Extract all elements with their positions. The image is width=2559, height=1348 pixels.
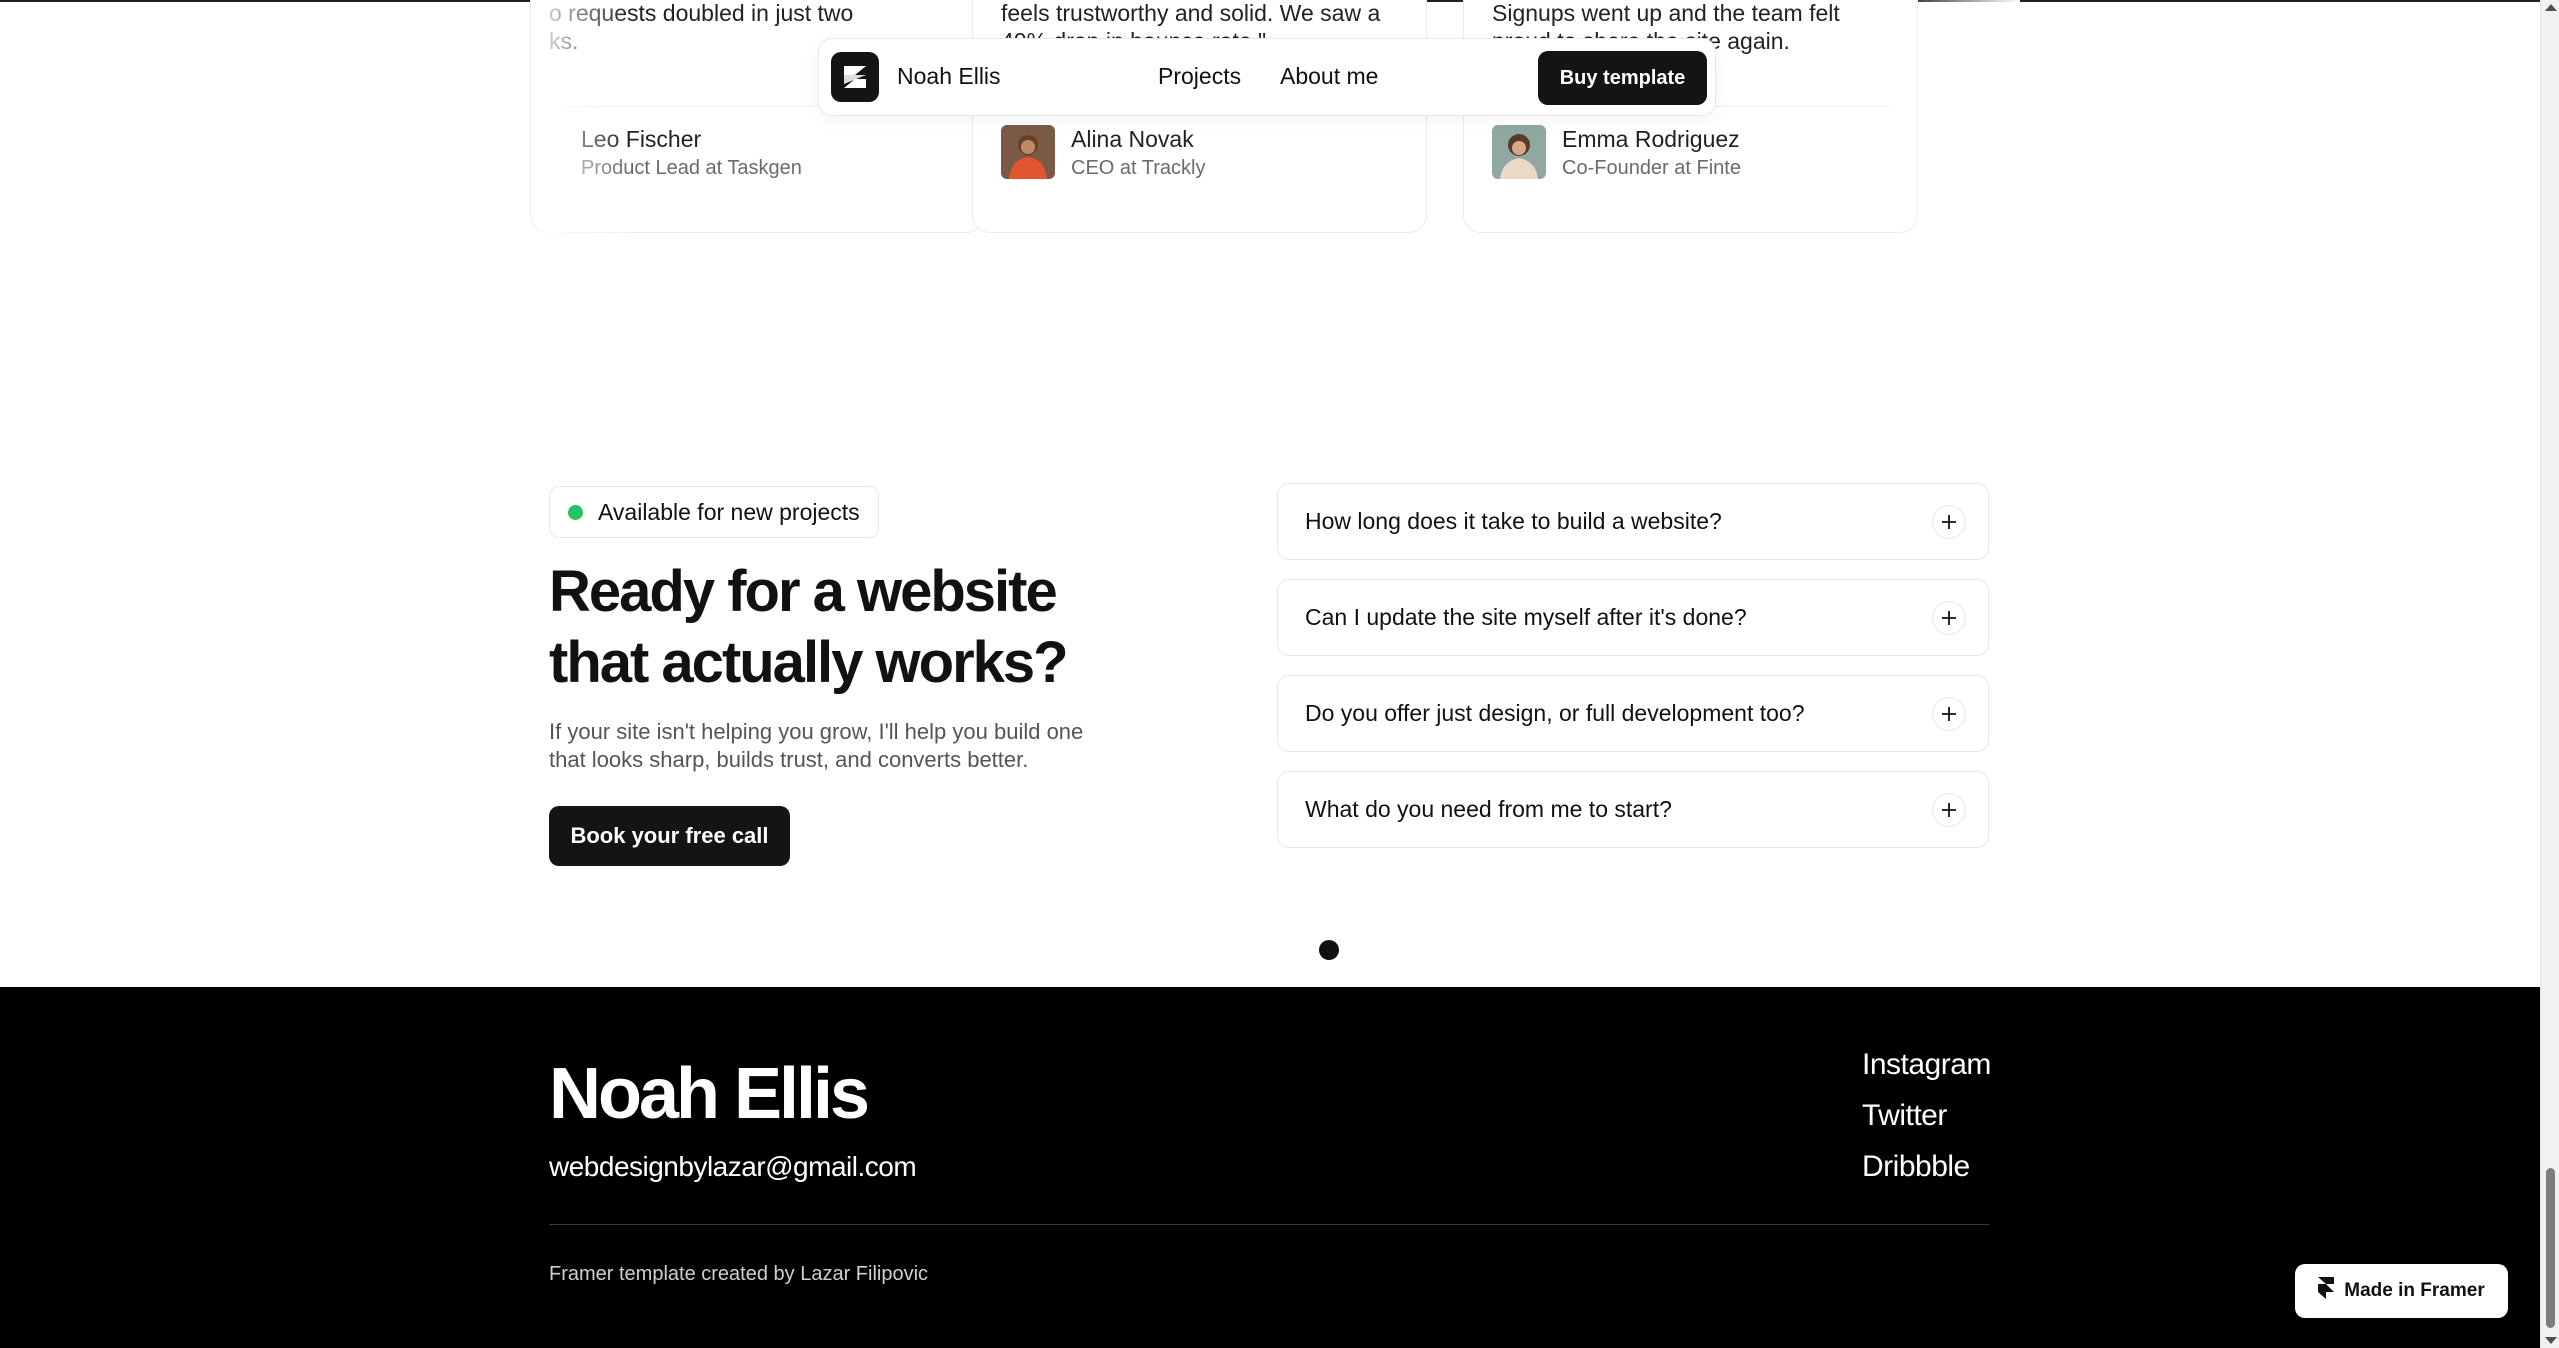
cta-subtext-line: that looks sharp, builds trust, and conv…	[549, 747, 1029, 772]
pager-dot[interactable]	[1319, 940, 1339, 960]
scroll-up-icon[interactable]	[2545, 4, 2557, 11]
scrollbar-thumb[interactable]	[2546, 1168, 2555, 1328]
cta-subtext: If your site isn't helping you grow, I'l…	[549, 718, 1109, 774]
floating-navbar: Noah Ellis Projects About me Buy templat…	[818, 38, 1716, 116]
made-in-framer-badge[interactable]: Made in Framer	[2295, 1264, 2508, 1318]
social-link-twitter[interactable]: Twitter	[1862, 1099, 1947, 1133]
testimonial-author: Emma Rodriguez Co-Founder at Finte	[1562, 125, 1741, 183]
cta-headline-line: Ready for a website	[549, 559, 1058, 624]
testimonial-name: Emma Rodriguez	[1562, 126, 1740, 152]
brand-name[interactable]: Noah Ellis	[897, 63, 1001, 90]
avatar	[1001, 125, 1055, 179]
page-scrollbar[interactable]	[2540, 0, 2559, 1348]
cta-subtext-line: If your site isn't helping you grow, I'l…	[549, 719, 1084, 744]
faq-item[interactable]: What do you need from me to start?	[1277, 771, 1989, 848]
nav-link-projects[interactable]: Projects	[1158, 63, 1241, 90]
testimonials-carousel: o requests doubled in just two ks. Leo F…	[0, 0, 2540, 240]
testimonial-quote-line: Signups went up and the team felt	[1492, 0, 1840, 26]
testimonial-role: CEO at Trackly	[1071, 157, 1206, 179]
footer-divider	[549, 1224, 1989, 1225]
availability-text: Available for new projects	[598, 498, 860, 525]
social-link-dribbble[interactable]: Dribbble	[1862, 1150, 1970, 1184]
footer-email-link[interactable]: webdesignbylazar@gmail.com	[549, 1151, 917, 1183]
social-link-instagram[interactable]: Instagram	[1862, 1048, 1991, 1082]
faq-item[interactable]: Do you offer just design, or full develo…	[1277, 675, 1989, 752]
carousel-fade-right	[1900, 0, 2020, 240]
scroll-down-icon[interactable]	[2545, 1337, 2557, 1344]
testimonial-card: feels trustworthy and solid. We saw a 40…	[972, 0, 1427, 233]
footer: Noah Ellis webdesignbylazar@gmail.com In…	[0, 987, 2540, 1348]
availability-badge: Available for new projects	[549, 486, 879, 538]
faq-item[interactable]: How long does it take to build a website…	[1277, 483, 1989, 560]
faq-question: Do you offer just design, or full develo…	[1305, 700, 1805, 726]
plus-icon[interactable]	[1932, 505, 1966, 539]
faq-question: How long does it take to build a website…	[1305, 508, 1722, 534]
testimonial-card: Signups went up and the team felt proud …	[1463, 0, 1918, 233]
status-dot-icon	[568, 505, 583, 520]
avatar	[1492, 125, 1546, 179]
faq-question: What do you need from me to start?	[1305, 796, 1672, 822]
faq-question: Can I update the site myself after it's …	[1305, 604, 1747, 630]
carousel-fade-left	[540, 0, 630, 240]
footer-name: Noah Ellis	[549, 1054, 870, 1134]
plus-icon[interactable]	[1932, 793, 1966, 827]
cta-headline-line: that actually works?	[549, 630, 1069, 695]
framer-badge-label: Made in Framer	[2344, 1280, 2485, 1301]
testimonial-quote-line: feels trustworthy and solid. We saw a	[1001, 0, 1381, 26]
book-call-button[interactable]: Book your free call	[549, 806, 790, 866]
footer-credit: Framer template created by Lazar Filipov…	[549, 1263, 929, 1285]
nav-link-about[interactable]: About me	[1280, 63, 1378, 90]
plus-icon[interactable]	[1932, 601, 1966, 635]
framer-logo-icon	[2318, 1277, 2335, 1305]
buy-template-button[interactable]: Buy template	[1538, 51, 1707, 105]
plus-icon[interactable]	[1932, 697, 1966, 731]
brand-logo-icon[interactable]	[831, 52, 879, 102]
testimonial-name: Alina Novak	[1071, 126, 1194, 152]
testimonial-author: Alina Novak CEO at Trackly	[1071, 125, 1205, 183]
faq-item[interactable]: Can I update the site myself after it's …	[1277, 579, 1989, 656]
testimonial-role: Co-Founder at Finte	[1562, 157, 1741, 179]
cta-headline: Ready for a website that actually works?	[549, 556, 1149, 698]
